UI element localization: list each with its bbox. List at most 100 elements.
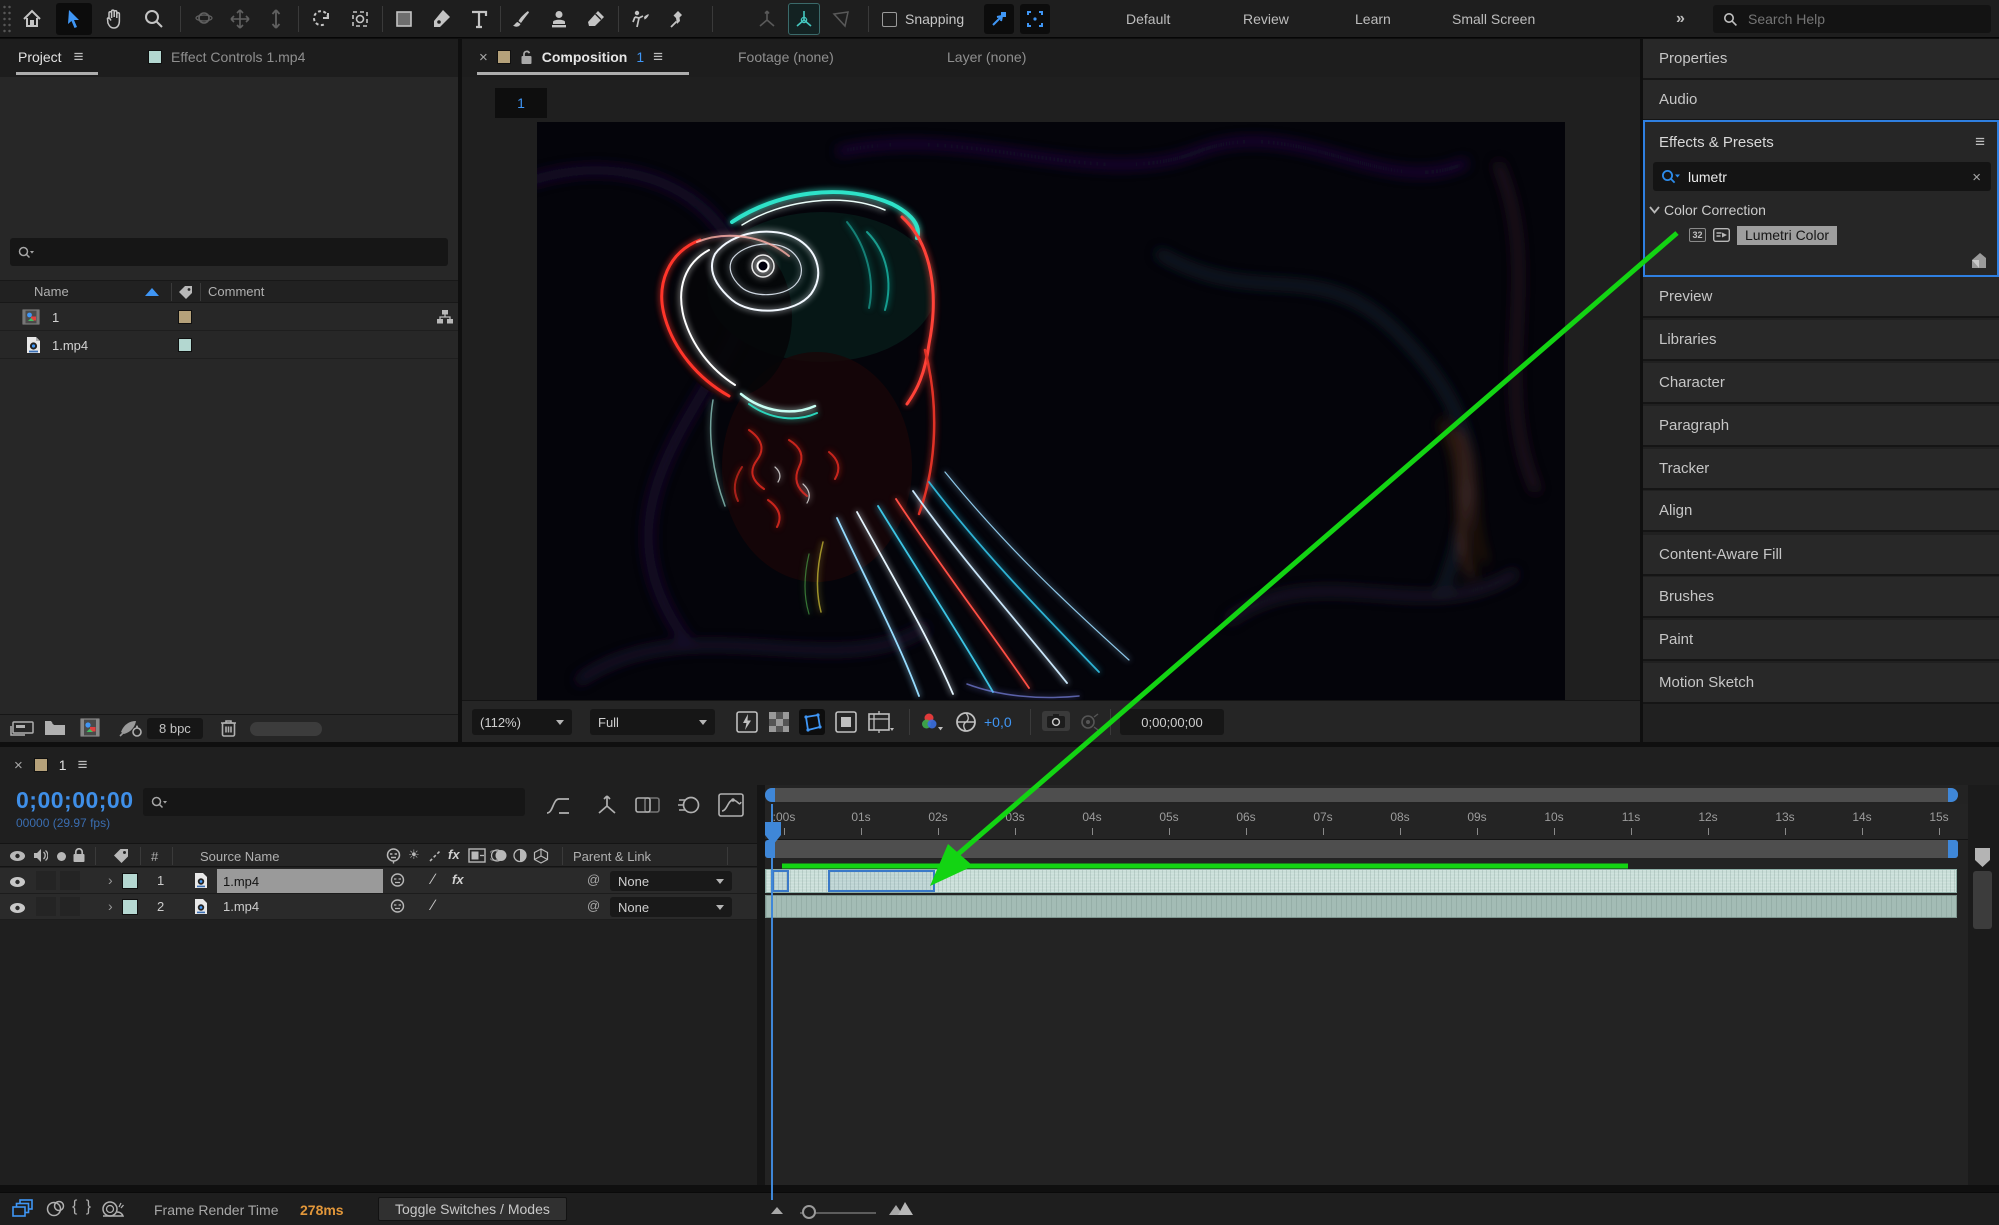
layer-quality-icon[interactable]: ∕ <box>432 897 435 914</box>
draft-3d-icon[interactable] <box>595 794 619 817</box>
navigator-start-handle[interactable] <box>765 788 775 802</box>
expand-layer-chevron[interactable] <box>108 872 113 888</box>
rotation-tool-icon[interactable] <box>303 3 339 35</box>
layer-row-1[interactable]: 1 1.mp4 ∕ fx None <box>0 868 757 894</box>
tab-project[interactable]: Project <box>18 39 84 75</box>
new-preset-corner-icon[interactable] <box>1968 252 1987 269</box>
exposure-icon[interactable] <box>954 710 978 734</box>
layer-row-2[interactable]: 2 1.mp4 ∕ None <box>0 894 757 920</box>
item-label-swatch[interactable] <box>178 310 192 324</box>
project-item-composition[interactable]: 1 <box>0 304 458 331</box>
workspace-tab-default[interactable]: Default <box>1126 0 1170 38</box>
vertical-scrollbar[interactable] <box>1973 871 1992 929</box>
snap-bounding-box-icon[interactable] <box>1020 4 1050 34</box>
layer-label-swatch[interactable] <box>122 873 138 889</box>
tab-footage[interactable]: Footage (none) <box>738 39 834 75</box>
project-item-footage[interactable]: 1.mp4 <box>0 332 458 359</box>
snap-to-feature-icon[interactable] <box>984 4 1014 34</box>
3d-layer-column-icon[interactable] <box>533 848 549 864</box>
show-snapshot-icon[interactable] <box>1078 711 1102 733</box>
panel-menu-icon[interactable] <box>1975 132 1985 152</box>
camera-tool-icon[interactable] <box>342 3 378 35</box>
clear-search-icon[interactable] <box>1972 167 1981 187</box>
panel-menu-icon[interactable] <box>653 47 663 67</box>
unlock-icon[interactable] <box>520 50 533 65</box>
graph-editor-icon[interactable] <box>718 793 744 817</box>
composition-flowchart-icon[interactable] <box>545 795 571 817</box>
category-color-correction[interactable]: Color Correction <box>1649 198 1766 222</box>
pick-whip-icon[interactable] <box>587 872 600 887</box>
close-icon[interactable] <box>479 49 488 66</box>
panel-menu-icon[interactable] <box>74 47 84 67</box>
tab-layer[interactable]: Layer (none) <box>947 39 1026 75</box>
panel-character[interactable]: Character <box>1643 363 1999 404</box>
panel-audio[interactable]: Audio <box>1643 80 1999 121</box>
snapping-control[interactable]: Snapping <box>882 0 964 38</box>
pick-whip-icon[interactable] <box>587 898 600 913</box>
mask-visibility-icon[interactable] <box>799 709 825 735</box>
frame-blend-column-icon[interactable] <box>468 848 486 863</box>
pan-camera-tool-icon[interactable] <box>222 3 258 35</box>
tab-effect-controls[interactable]: Effect Controls 1.mp4 <box>148 39 305 75</box>
label-column-icon[interactable] <box>113 848 130 864</box>
viewer-mini-tab[interactable]: 1 <box>495 88 547 118</box>
timeline-search-input[interactable] <box>173 795 493 810</box>
effect-name-lumetri-color[interactable]: Lumetri Color <box>1737 226 1837 245</box>
trash-icon[interactable] <box>220 718 237 738</box>
snapping-checkbox[interactable] <box>882 12 897 27</box>
interpret-footage-icon[interactable] <box>8 720 34 738</box>
timeline-zoom-slider-knob[interactable] <box>802 1205 816 1219</box>
layer-name-selected[interactable]: 1.mp4 <box>217 869 383 893</box>
time-navigator-bar[interactable] <box>765 788 1958 802</box>
panel-paint[interactable]: Paint <box>1643 620 1999 661</box>
shy-column-icon[interactable] <box>385 848 402 864</box>
solo-cell[interactable] <box>60 897 80 916</box>
layer-2-duration-bar[interactable] <box>765 895 1957 918</box>
navigator-end-handle[interactable] <box>1948 788 1958 802</box>
eye-column-icon[interactable] <box>9 850 26 862</box>
layer-shy-icon[interactable] <box>389 873 406 889</box>
magnification-dropdown[interactable]: (112%) <box>472 709 572 735</box>
time-ruler[interactable]: :00s 01s 02s 03s 04s 05s 06s 07s 08s 09s… <box>765 804 1968 840</box>
sort-ascending-icon[interactable] <box>145 288 159 296</box>
fx-column-icon[interactable]: fx <box>448 847 460 862</box>
playhead-marker[interactable] <box>763 821 783 849</box>
toolbar-grip[interactable] <box>2 4 11 34</box>
project-search[interactable] <box>10 238 448 266</box>
channel-rgb-icon[interactable] <box>920 711 944 733</box>
audio-column-icon[interactable] <box>33 848 48 863</box>
quality-column-icon[interactable] <box>428 848 444 863</box>
help-search[interactable] <box>1713 5 1991 33</box>
fast-previews-icon[interactable] <box>735 710 759 734</box>
column-parent-link[interactable]: Parent & Link <box>573 849 651 864</box>
layer-in-handle[interactable] <box>772 870 789 892</box>
panel-properties[interactable]: Properties <box>1643 39 1999 80</box>
zoom-tool-icon[interactable] <box>136 3 172 35</box>
blending-modes-icon[interactable] <box>46 1199 66 1219</box>
exposure-value[interactable]: +0,0 <box>984 714 1012 730</box>
parent-dropdown[interactable]: None <box>610 897 732 917</box>
workspace-tab-small-screen[interactable]: Small Screen <box>1452 0 1535 38</box>
transparency-grid-icon[interactable] <box>767 710 791 734</box>
toggle-switches-modes-button[interactable]: Toggle Switches / Modes <box>378 1197 567 1221</box>
layer-shy-icon[interactable] <box>389 899 406 915</box>
parent-dropdown[interactable]: None <box>610 871 732 891</box>
adjustment-layer-column-icon[interactable] <box>512 848 528 863</box>
lock-column-icon[interactable] <box>72 848 86 863</box>
layer-quality-icon[interactable]: ∕ <box>432 871 435 888</box>
motion-blur-icon[interactable] <box>677 795 701 815</box>
layer-visibility-eye-icon[interactable] <box>9 876 26 888</box>
comp-marker-bin-icon[interactable] <box>1974 847 1991 868</box>
effects-search[interactable] <box>1653 162 1991 191</box>
pen-tool-icon[interactable] <box>424 3 460 35</box>
collapse-column-icon[interactable]: ☀ <box>408 847 420 863</box>
panel-menu-icon[interactable] <box>78 755 88 775</box>
column-index[interactable]: # <box>151 849 158 864</box>
solo-cell[interactable] <box>60 871 80 890</box>
column-name[interactable]: Name <box>34 284 69 299</box>
playhead-line[interactable] <box>771 804 773 1200</box>
zoom-out-mountain-icon[interactable] <box>770 1204 788 1215</box>
render-engine-icon[interactable] <box>118 718 142 738</box>
layer-fx-icon[interactable]: fx <box>452 872 464 887</box>
roto-brush-tool-icon[interactable] <box>622 3 658 35</box>
